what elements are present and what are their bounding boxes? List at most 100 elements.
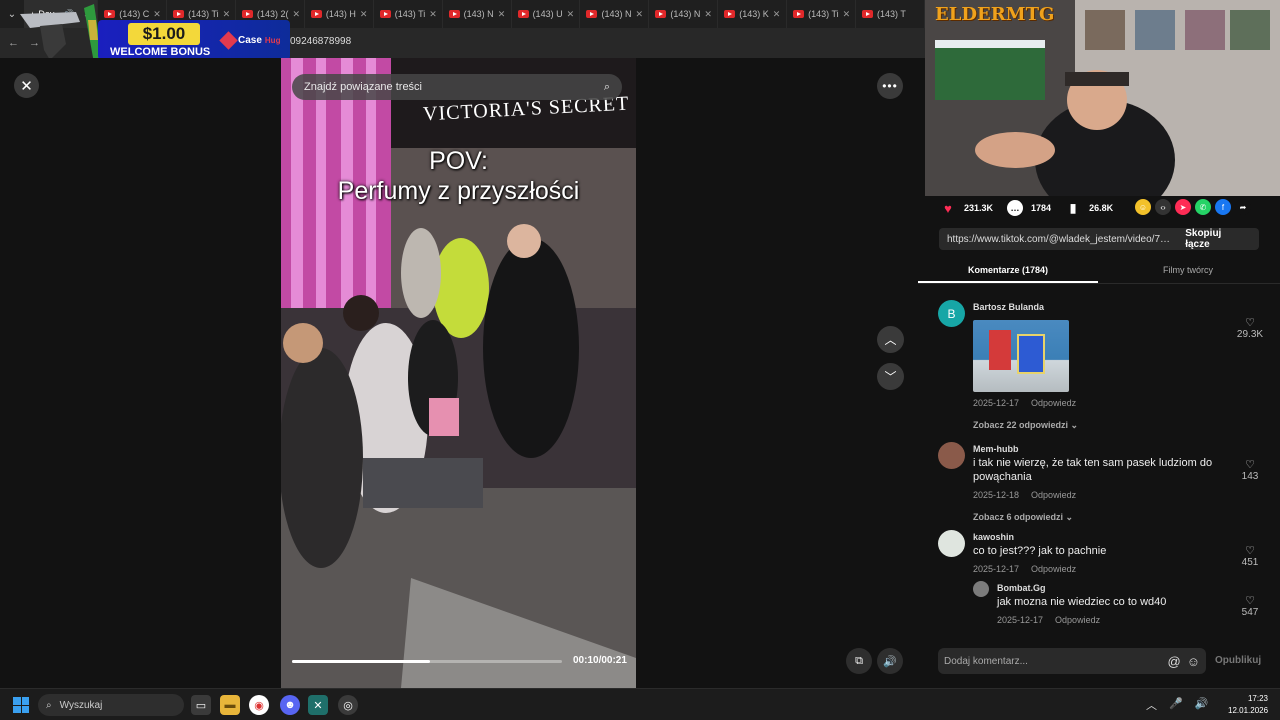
heart-outline-icon: ♡ [1245,545,1255,557]
video-player[interactable]: VICTORIA'S SECRET Znajdź powiązane treśc… [281,58,636,688]
comment-stat[interactable]: … 1784 [1007,200,1051,216]
youtube-icon [379,10,391,18]
panel-tabs: Komentarze (1784) Filmy twórcy [918,256,1280,284]
discord-icon[interactable]: ☻ [280,695,300,715]
browser-tab[interactable]: (143) N ✕ [443,0,512,28]
view-replies[interactable]: Zobacz 6 odpowiedzi ⌄ [973,510,1233,524]
comment-like[interactable]: ♡ 29.3K [1232,316,1268,340]
windows-start-icon[interactable] [13,697,29,713]
avatar[interactable] [938,530,965,557]
share-icon[interactable]: ➦ [1235,199,1251,215]
caption-line-1: POV: [429,147,488,175]
tab-comments[interactable]: Komentarze (1784) [918,256,1098,283]
like-stat[interactable]: ♥ 231.3K [940,200,993,216]
publish-button[interactable]: Opublikuj [1215,655,1261,666]
webcam-overlay [925,0,1280,196]
close-tab-icon[interactable]: ✕ [773,9,781,20]
volume-button[interactable]: 🔊 [877,648,903,674]
ad-bonus-text: WELCOME BONUS [110,46,211,58]
comment-author[interactable]: Bartosz Bulanda [973,300,1233,314]
floating-player-button[interactable]: ⧉ [846,648,872,674]
comment-list: B Bartosz Bulanda 2025-12-17 Odpowiedz Zo… [918,292,1280,632]
chevron-up-icon[interactable]: ︿ [1146,697,1157,713]
emoji-icon[interactable]: ☺ [1187,654,1200,669]
share-url-box[interactable]: https://www.tiktok.com/@wladek_jestem/vi… [939,228,1259,250]
video-time: 00:10/00:21 [573,655,627,666]
emoji-share-icon[interactable]: ☺ [1135,199,1151,215]
whatsapp-icon[interactable]: ✆ [1195,199,1211,215]
clock[interactable]: 17:23 12.01.2026 [1228,693,1268,717]
comment-input[interactable]: Dodaj komentarz... @ ☺ [938,648,1206,674]
comment-author[interactable]: Bombat.Gg [997,581,1257,595]
chevron-down-icon: ﹀ [884,370,897,384]
youtube-icon [793,10,805,18]
microphone-icon[interactable]: 🎤 [1169,697,1183,713]
video-stats: ♥ 231.3K … 1784 ▮ 26.8K [940,200,1119,216]
comment-like[interactable]: ♡ 451 [1232,544,1268,568]
browser-tab[interactable]: (143) U ✕ [512,0,581,28]
close-tab-icon[interactable]: ✕ [360,9,368,20]
caption-line-2: Perfumy z przyszłości [337,177,580,205]
youtube-icon [655,10,667,18]
url-text[interactable]: 09246878998 [290,36,351,47]
browser-tab[interactable]: (143) N ✕ [649,0,719,28]
xbox-icon[interactable]: ✕ [308,695,328,715]
copy-link-button[interactable]: Skopiuj łącze [1173,228,1259,250]
comment-like[interactable]: ♡ 143 [1232,458,1268,482]
heart-outline-icon: ♡ [1245,595,1255,607]
browser-tab[interactable]: (143) H ✕ [305,0,374,28]
send-icon[interactable]: ➤ [1175,199,1191,215]
comment-author[interactable]: kawoshin [973,530,1233,544]
youtube-icon [448,10,460,18]
taskbar: ⌕ Wyszukaj ▭ ▬ ◉ ☻ ✕ ◎ ︿ 🎤 🔊 17:23 12.01.… [0,688,1280,720]
browser-tab[interactable]: (143) Ti ✕ [787,0,857,28]
browser-tab[interactable]: (143) Ti ✕ [374,0,443,28]
browser-tab[interactable]: (143) K ✕ [718,0,788,28]
comment-like[interactable]: ♡ 547 [1232,594,1268,618]
avatar[interactable] [938,442,965,469]
avatar[interactable]: B [938,300,965,327]
reply-button[interactable]: Odpowiedz [1031,488,1076,502]
speaker-icon[interactable]: 🔊 [1195,697,1209,713]
comment-date: 2025-12-17 [973,398,1020,408]
close-tab-icon[interactable]: ✕ [498,9,506,20]
task-view-icon[interactable]: ▭ [191,695,211,715]
reply-button[interactable]: Odpowiedz [1031,396,1076,410]
chevron-down-icon: ⌄ [1065,512,1074,522]
comment-author[interactable]: Mem-hubb [973,442,1233,456]
youtube-icon [862,10,874,18]
ad-price: $1.00 [128,23,200,45]
next-video-button[interactable]: ﹀ [877,363,904,390]
previous-video-button[interactable]: ︿ [877,326,904,353]
comment-image[interactable] [973,320,1069,392]
more-options-button[interactable]: ••• [877,73,903,99]
tab-creator-videos[interactable]: Filmy twórcy [1098,256,1278,283]
reply-button[interactable]: Odpowiedz [1031,562,1076,576]
bookmark-icon: ▮ [1069,201,1077,215]
mention-icon[interactable]: @ [1168,654,1181,669]
video-progress-bar[interactable] [292,660,562,663]
close-button[interactable]: ✕ [14,73,39,98]
file-explorer-icon[interactable]: ▬ [220,695,240,715]
youtube-icon [310,10,322,18]
avatar[interactable] [973,581,989,597]
taskbar-search[interactable]: ⌕ Wyszukaj [38,694,184,716]
close-tab-icon[interactable]: ✕ [635,9,643,20]
browser-tab[interactable]: (143) T [856,0,925,28]
system-tray: ︿ 🎤 🔊 [1146,697,1208,713]
share-url: https://www.tiktok.com/@wladek_jestem/vi… [947,233,1174,245]
chrome-icon[interactable]: ◉ [249,695,269,715]
close-tab-icon[interactable]: ✕ [704,9,712,20]
save-stat[interactable]: ▮ 26.8K [1065,200,1113,216]
reply-button[interactable]: Odpowiedz [1055,613,1100,627]
obs-icon[interactable]: ◎ [338,695,358,715]
related-search[interactable]: Znajdź powiązane treści ⌕ [292,74,622,100]
close-tab-icon[interactable]: ✕ [567,9,575,20]
close-tab-icon[interactable]: ✕ [429,9,437,20]
close-tab-icon[interactable]: ✕ [293,9,301,20]
view-replies[interactable]: Zobacz 22 odpowiedzi ⌄ [973,418,1233,432]
close-tab-icon[interactable]: ✕ [843,9,851,20]
browser-tab[interactable]: (143) N ✕ [580,0,650,28]
embed-icon[interactable]: ‹› [1155,199,1171,215]
facebook-icon[interactable]: f [1215,199,1231,215]
